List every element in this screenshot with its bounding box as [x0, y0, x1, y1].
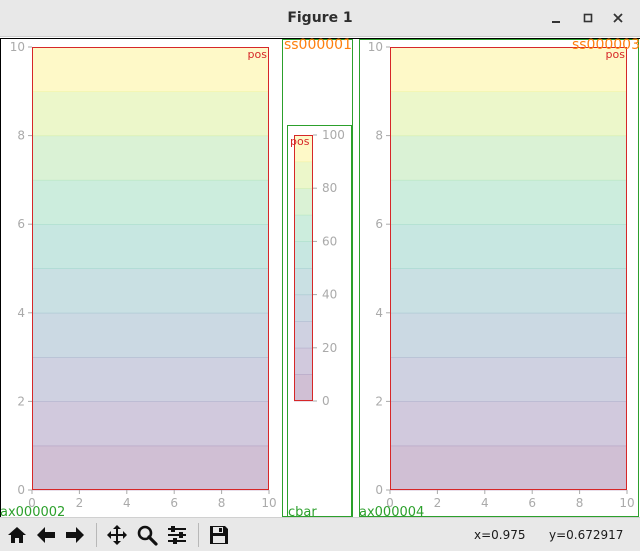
- left-axes-heatmap-row: [32, 91, 269, 137]
- left-axes-heatmap-row: [32, 312, 269, 358]
- cbar-color-segment: [294, 347, 313, 375]
- cbar-color-segment: [294, 268, 313, 296]
- right-axes-heatmap-row: [390, 445, 627, 491]
- ax000002-label: ax000002: [0, 505, 65, 517]
- toolbar-separator: [198, 523, 199, 547]
- right-axes-y-tick-label: 4: [375, 306, 383, 320]
- configure-subplots-button[interactable]: [164, 522, 190, 548]
- right-axes-x-tick-label: 8: [576, 496, 584, 510]
- cbar-tick-label: 20: [322, 341, 337, 355]
- y-coordinate-readout: y=0.672917: [549, 528, 624, 542]
- ss000003-label: ss000003: [572, 37, 640, 53]
- cbar-tick-label: 100: [322, 128, 345, 142]
- left-axes-heatmap-row: [32, 224, 269, 269]
- ss000001-label: ss000001: [284, 37, 352, 53]
- left-axes-y-tick-label: 6: [17, 217, 25, 231]
- left-axes-heatmap-row: [32, 47, 269, 92]
- home-button[interactable]: [4, 522, 30, 548]
- cbar-color-segment: [294, 321, 313, 349]
- maximize-icon[interactable]: [578, 8, 598, 28]
- right-axes-y-tick-label: 10: [368, 40, 383, 54]
- cbar-color-segment: [294, 294, 313, 322]
- toolbar-separator: [96, 523, 97, 547]
- cbar-label: cbar: [288, 505, 317, 517]
- title-bar: Figure 1: [0, 0, 640, 37]
- left-axes-heatmap-row: [32, 401, 269, 447]
- cbar-color-segment: [294, 161, 313, 189]
- left-axes-x-tick-label: 4: [123, 496, 131, 510]
- right-axes-x-tick-label: 10: [619, 496, 634, 510]
- sliders-icon: [168, 526, 186, 544]
- pan-button[interactable]: [104, 522, 130, 548]
- cbar-tick-label: 80: [322, 181, 337, 195]
- subplotspec-box-1: [282, 39, 353, 517]
- right-axes-heatmap-row: [390, 224, 627, 269]
- ax000004-label: ax000004: [359, 505, 424, 517]
- right-axes-heatmap-row: [390, 312, 627, 358]
- left-axes-x-tick-label: 2: [76, 496, 84, 510]
- close-icon[interactable]: [608, 8, 628, 28]
- cbar-pos-label: pos: [290, 135, 310, 148]
- cbar-tick-label: 60: [322, 234, 337, 248]
- save-button[interactable]: [206, 522, 232, 548]
- left-axes-x-tick-label: 6: [170, 496, 178, 510]
- right-axes-heatmap-row: [390, 179, 627, 225]
- cbar-color-segment: [294, 214, 313, 242]
- window-title: Figure 1: [287, 10, 353, 26]
- right-axes-x-tick-label: 6: [528, 496, 536, 510]
- forward-arrow-icon: [66, 527, 84, 543]
- right-axes-x-tick-label: 2: [434, 496, 442, 510]
- left-axes-y-tick-label: 0: [17, 483, 25, 497]
- left-axes-heatmap-row: [32, 268, 269, 314]
- save-icon: [210, 526, 228, 544]
- right-axes-heatmap-row: [390, 401, 627, 447]
- right-axes-heatmap-row: [390, 47, 627, 92]
- left-axes-pos-label: pos: [248, 48, 268, 61]
- back-arrow-icon: [37, 527, 55, 543]
- right-axes-x-tick-label: 4: [481, 496, 489, 510]
- left-axes-y-tick-label: 2: [17, 394, 25, 408]
- navigation-toolbar: x=0.975 y=0.672917: [0, 517, 640, 551]
- cbar-tick-label: 0: [322, 394, 330, 408]
- left-axes-heatmap-row: [32, 179, 269, 225]
- forward-button[interactable]: [62, 522, 88, 548]
- right-axes-heatmap-row: [390, 357, 627, 402]
- home-icon: [8, 527, 26, 543]
- right-axes-y-tick-label: 6: [375, 217, 383, 231]
- figure-svg: pos0 2 4 6 8 100246810pos0 2 4 6 8 100246810pos020…: [0, 37, 640, 517]
- cbar-color-segment: [294, 188, 313, 216]
- left-axes-heatmap-row: [32, 445, 269, 491]
- left-axes-x-tick-label: 10: [261, 496, 276, 510]
- cbar-tick-label: 40: [322, 288, 337, 302]
- x-coordinate-readout: x=0.975: [474, 528, 526, 542]
- left-axes-heatmap-row: [32, 357, 269, 402]
- figure-canvas[interactable]: pos 0 2 4 6 8 10 0 2 4 6 8 10 pos 0 2 4 6 8 10 0 2 4 6 8 10 pos 0 20…: [0, 37, 640, 517]
- minimize-icon[interactable]: [546, 8, 566, 28]
- move-icon: [107, 525, 127, 545]
- cbar-color-segment: [294, 374, 313, 402]
- zoom-icon: [137, 525, 158, 546]
- back-button[interactable]: [33, 522, 59, 548]
- right-axes-y-tick-label: 8: [375, 129, 383, 143]
- right-axes-y-tick-label: 0: [375, 483, 383, 497]
- cbar-color-segment: [294, 241, 313, 269]
- right-axes-heatmap-row: [390, 91, 627, 137]
- zoom-button[interactable]: [134, 522, 160, 548]
- left-axes-y-tick-label: 8: [17, 129, 25, 143]
- left-axes-y-tick-label: 4: [17, 306, 25, 320]
- left-axes-x-tick-label: 8: [218, 496, 226, 510]
- right-axes-heatmap-row: [390, 268, 627, 314]
- right-axes-y-tick-label: 2: [375, 394, 383, 408]
- right-axes-heatmap-row: [390, 135, 627, 181]
- left-axes-y-tick-label: 10: [10, 40, 25, 54]
- left-axes-heatmap-row: [32, 135, 269, 181]
